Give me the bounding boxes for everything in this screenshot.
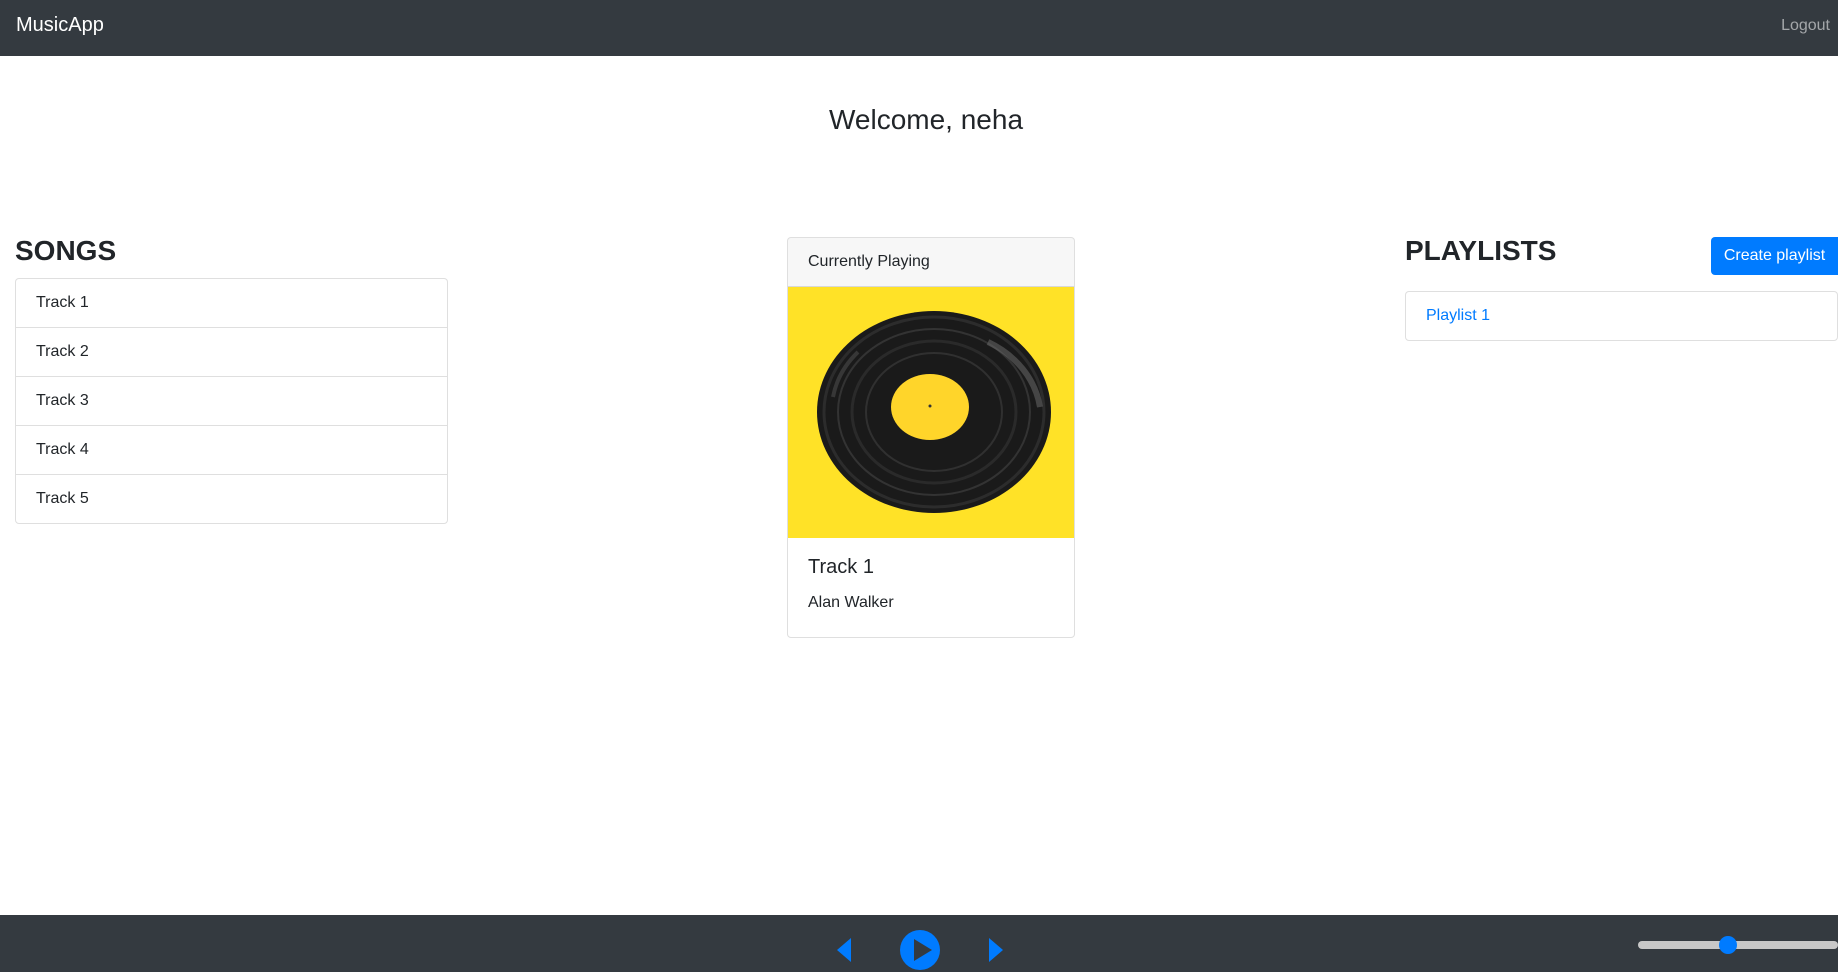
navbar: MusicApp Logout [0,0,1838,56]
playlists-list: Playlist 1 [1405,291,1838,341]
welcome-heading: Welcome, neha [828,104,1024,135]
now-playing-card: Currently Playing Track 1 Alan Walker [787,237,1075,638]
prev-icon[interactable] [836,937,852,963]
now-playing-track: Track 1 [808,556,874,578]
brand-link[interactable]: MusicApp [16,14,104,37]
songs-list: Track 1 Track 2 Track 3 Track 4 Track 5 [15,278,448,524]
playlist-item[interactable]: Playlist 1 [1406,292,1837,340]
song-item[interactable]: Track 5 [16,475,447,523]
vinyl-record-icon [788,287,1074,538]
now-playing-header: Currently Playing [788,238,1074,287]
song-item[interactable]: Track 4 [16,426,447,475]
create-playlist-button[interactable]: Create playlist [1711,237,1838,275]
songs-title: SONGS [15,235,117,266]
song-item[interactable]: Track 1 [16,279,447,328]
song-item[interactable]: Track 3 [16,377,447,426]
volume-slider[interactable] [1638,936,1838,954]
logout-link[interactable]: Logout [1781,17,1830,35]
now-playing-artist: Alan Walker [808,594,894,611]
song-item[interactable]: Track 2 [16,328,447,377]
play-icon[interactable] [899,929,941,971]
playlists-title: PLAYLISTS [1405,235,1557,266]
volume-thumb[interactable] [1719,936,1737,954]
player-bar [0,915,1838,972]
next-icon[interactable] [988,937,1004,963]
